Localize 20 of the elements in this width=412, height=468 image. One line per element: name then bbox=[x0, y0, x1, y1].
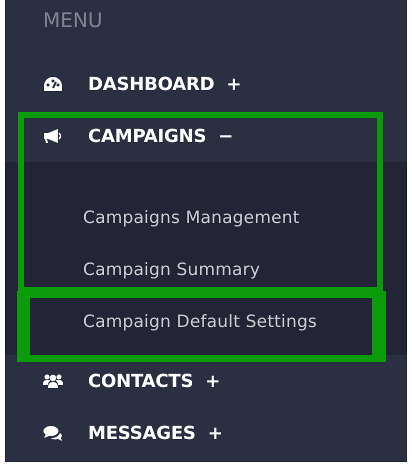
menu-item[interactable]: CAMPAIGNS − bbox=[5, 110, 407, 162]
submenu-item[interactable]: Campaign Summary bbox=[5, 244, 407, 296]
submenu-item[interactable]: Campaign Default Settings bbox=[5, 296, 407, 348]
menu-label: DASHBOARD bbox=[88, 74, 214, 94]
users-icon bbox=[43, 373, 63, 389]
gauge-icon bbox=[43, 76, 63, 92]
menu-label: CAMPAIGNS bbox=[88, 126, 206, 146]
collapse-toggle[interactable]: − bbox=[218, 126, 234, 146]
menu-item[interactable]: DASHBOARD + bbox=[5, 58, 407, 110]
submenu-item[interactable]: Campaigns Management bbox=[5, 192, 407, 244]
menu-item[interactable]: MESSAGES + bbox=[5, 407, 407, 459]
expand-toggle[interactable]: + bbox=[208, 422, 223, 444]
menu-item[interactable]: CONTACTS + bbox=[5, 355, 407, 407]
expand-toggle[interactable]: + bbox=[205, 370, 220, 392]
megaphone-icon bbox=[43, 128, 63, 144]
menu-label: CONTACTS bbox=[88, 370, 194, 392]
expand-toggle[interactable]: + bbox=[226, 74, 242, 94]
menu-heading: MENU bbox=[42, 7, 104, 34]
chat-icon bbox=[43, 425, 63, 441]
menu-label: MESSAGES bbox=[88, 422, 196, 444]
